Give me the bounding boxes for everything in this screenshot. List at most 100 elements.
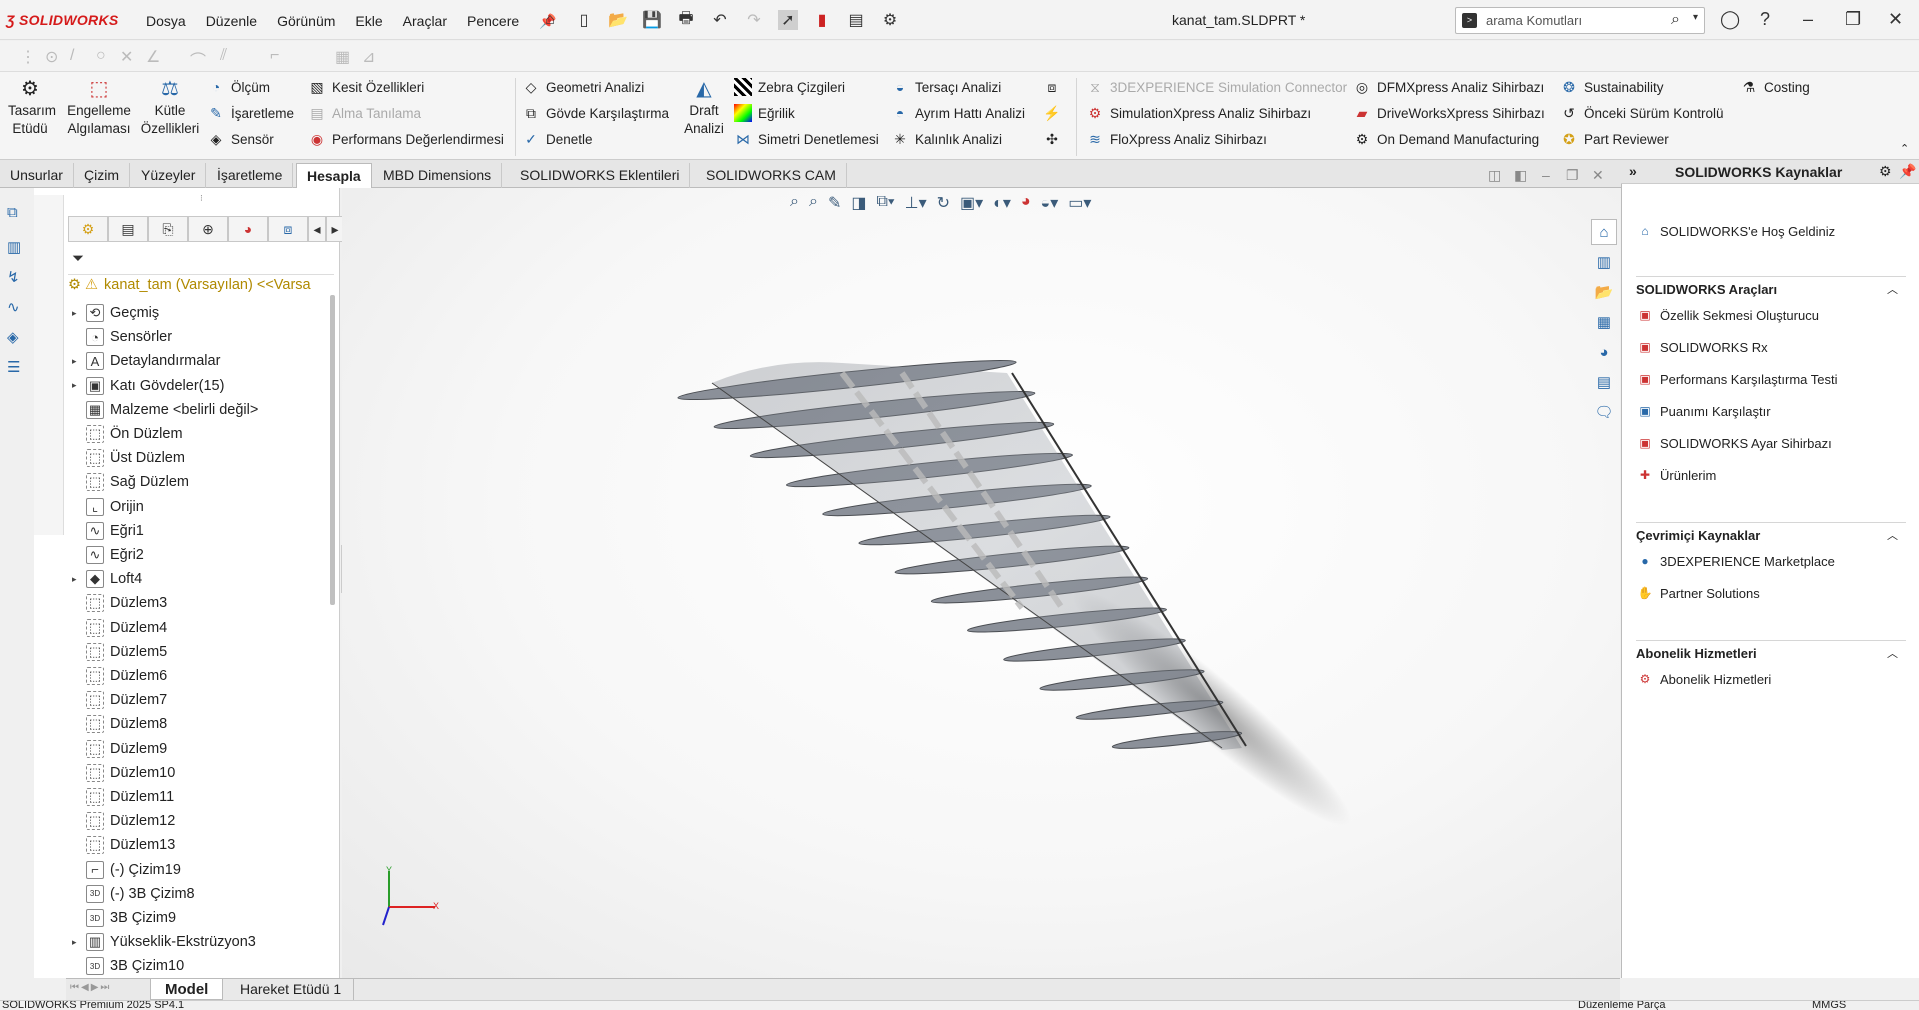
chevron-up-icon[interactable]: ︿ xyxy=(1887,645,1898,661)
chevron-up-icon[interactable]: ︿ xyxy=(1887,281,1898,297)
viewport-tile-icon[interactable]: ◫ xyxy=(1488,167,1501,184)
expand-arrow-icon[interactable]: ▸ xyxy=(72,356,86,367)
open-icon[interactable]: 📂 xyxy=(608,10,628,30)
print-icon[interactable]: 🖶 xyxy=(676,10,696,30)
filter-icon[interactable]: ⏷ xyxy=(72,250,84,267)
tree-item[interactable]: 3D (-) 3B Çizim8 xyxy=(72,883,195,905)
expand-pane-icon[interactable]: » xyxy=(1629,163,1637,179)
tree-item[interactable]: ⬚ Düzlem6 xyxy=(72,665,167,687)
floxpress-button[interactable]: ≋ FloXpress Analiz Sihirbazı xyxy=(1086,130,1267,148)
dfmxpress-button[interactable]: ◎ DFMXpress Analiz Sihirbazı xyxy=(1353,78,1544,96)
undercut-analysis-button[interactable]: ◒ Tersaçı Analizi xyxy=(891,78,1002,96)
custom-properties-icon[interactable]: ▤ xyxy=(1591,369,1617,395)
subscription-link-0[interactable]: ⚙ Abonelik Hizmetleri xyxy=(1636,670,1772,688)
viewport-close-icon[interactable]: ✕ xyxy=(1592,167,1604,184)
curvature-button[interactable]: Eğrilik xyxy=(734,104,795,122)
tab-yuzeyler[interactable]: Yüzeyler xyxy=(131,163,207,188)
tree-item[interactable]: ⬚ Düzlem13 xyxy=(72,834,175,856)
help-icon[interactable]: ? xyxy=(1760,9,1770,30)
on-demand-manufacturing-button[interactable]: ⚙ On Demand Manufacturing xyxy=(1353,130,1539,148)
splitter-handle[interactable]: ⁝ xyxy=(200,193,203,204)
measure-button[interactable]: ◔ Ölçüm xyxy=(207,78,270,96)
online-link-1[interactable]: ✋ Partner Solutions xyxy=(1636,584,1760,602)
viewport-minimize-icon[interactable]: – xyxy=(1542,167,1550,183)
next-tab-icon[interactable]: ▶ xyxy=(91,982,99,993)
check-button[interactable]: ✓ Denetle xyxy=(522,130,592,148)
collapse-ribbon-icon[interactable]: ⌃ xyxy=(1900,142,1909,155)
tool-link-1[interactable]: ▣ SOLIDWORKS Rx xyxy=(1636,338,1767,356)
rebuild-icon[interactable]: ▮ xyxy=(812,10,832,30)
new-document-icon[interactable]: ▯ xyxy=(574,10,594,30)
task-pane-pin-icon[interactable]: 📌 xyxy=(1899,163,1916,180)
tree-item[interactable]: ▸ ◆ Loft4 xyxy=(72,568,142,590)
minimize-icon[interactable]: – xyxy=(1803,9,1813,30)
search-commands-input[interactable]: > arama Komutları ⌕ ▾ xyxy=(1455,7,1705,34)
draft-analysis-button[interactable]: ◭ Draft Analizi xyxy=(682,79,726,138)
tab-hesapla[interactable]: Hesapla xyxy=(296,163,372,188)
expand-arrow-icon[interactable]: ▸ xyxy=(72,937,86,948)
tree-item[interactable]: ⬚ Düzlem10 xyxy=(72,762,175,784)
restore-icon[interactable]: ❐ xyxy=(1845,9,1861,30)
import-diagnostics-button[interactable]: ▤ Alma Tanılama xyxy=(308,104,421,122)
tree-item[interactable]: ⬚ Düzlem7 xyxy=(72,689,167,711)
tree-item[interactable]: ⬚ Düzlem4 xyxy=(72,617,167,639)
tree-root-part[interactable]: ⚙ ⚠ kanat_tam (Varsayılan) <<Varsa xyxy=(68,277,324,293)
undo-icon[interactable]: ↶ xyxy=(710,10,730,30)
menu-araclar[interactable]: Araçlar xyxy=(403,13,447,30)
configuration-manager-tab-icon[interactable]: ⎘ xyxy=(148,216,188,242)
file-properties-icon[interactable]: ▤ xyxy=(846,10,866,30)
expand-arrow-icon[interactable]: ▸ xyxy=(72,574,86,585)
search-icon[interactable]: ⌕ xyxy=(1671,11,1680,29)
tab-solidworks-cam[interactable]: SOLIDWORKS CAM xyxy=(696,163,847,188)
options-gear-icon[interactable]: ⚙ xyxy=(880,10,900,30)
tab-motion-study[interactable]: Hareket Etüdü 1 xyxy=(228,979,355,1000)
tree-item[interactable]: ▦ Malzeme <belirli değil> xyxy=(72,399,258,421)
driveworksxpress-button[interactable]: ▰ DriveWorksXpress Sihirbazı xyxy=(1353,104,1545,122)
3dx-simulation-button[interactable]: ⧖ 3DEXPERIENCE Simulation Connector xyxy=(1086,78,1347,96)
sketch-icon[interactable]: ↯ xyxy=(7,268,27,288)
design-study-button[interactable]: ⚙ Tasarım Etüdü xyxy=(8,79,56,138)
welcome-link[interactable]: ⌂ SOLIDWORKS'e Hoş Geldiniz xyxy=(1636,222,1835,240)
tab-cizim[interactable]: Çizim xyxy=(74,163,130,188)
forum-icon[interactable]: 🗨 xyxy=(1591,399,1617,425)
markup-button[interactable]: ✎ İşaretleme xyxy=(207,104,294,122)
tools-section-header[interactable]: SOLIDWORKS Araçları ︿ xyxy=(1636,276,1906,297)
tree-item[interactable]: ▸ ▥ Yükseklik-Ekstrüzyon3 xyxy=(72,931,256,953)
tree-item[interactable]: ◔ Sensörler xyxy=(72,326,172,348)
tool-link-2[interactable]: ▣ Performans Karşılaştırma Testi xyxy=(1636,370,1837,388)
body-compare-button[interactable]: ⧉ Gövde Karşılaştırma xyxy=(522,104,669,122)
tree-item[interactable]: ▸ ▣ Katı Gövdeler(15) xyxy=(72,375,224,397)
tool-link-0[interactable]: ▣ Özellik Sekmesi Oluşturucu xyxy=(1636,306,1819,324)
sustainability-button[interactable]: ❂ Sustainability xyxy=(1560,78,1663,96)
chevron-down-icon[interactable]: ▾ xyxy=(1693,12,1698,23)
chevron-up-icon[interactable]: ︿ xyxy=(1887,527,1898,543)
interference-detection-button[interactable]: ⬚ Engelleme Algılaması xyxy=(66,79,132,138)
file-explorer-icon[interactable]: 📂 xyxy=(1591,279,1617,305)
tree-item[interactable]: ⬚ Düzlem3 xyxy=(72,592,167,614)
sensor-button[interactable]: ◈ Sensör xyxy=(207,130,274,148)
appearances-icon[interactable]: ◕ xyxy=(1591,339,1617,365)
parting-line-button[interactable]: ◓ Ayrım Hattı Analizi xyxy=(891,104,1025,122)
design-library-icon[interactable]: ▥ xyxy=(1591,249,1617,275)
first-tab-icon[interactable]: ⏮ xyxy=(70,982,79,993)
home-icon[interactable]: ⌂ xyxy=(1591,219,1617,245)
viewport-restore-icon[interactable]: ❐ xyxy=(1566,167,1579,184)
online-section-header[interactable]: Çevrimiçi Kaynaklar ︿ xyxy=(1636,522,1906,543)
tree-item[interactable]: ∿ Eğri1 xyxy=(72,520,144,542)
tree-item[interactable]: ▸ A Detaylandırmalar xyxy=(72,350,220,372)
menu-pencere[interactable]: Pencere xyxy=(467,13,519,30)
select-icon[interactable]: ➚ xyxy=(778,10,798,30)
user-icon[interactable]: ◯ xyxy=(1720,9,1740,30)
performance-evaluation-button[interactable]: ◉ Performans Değerlendirmesi xyxy=(308,130,504,148)
tab-solidworks-eklentileri[interactable]: SOLIDWORKS Eklentileri xyxy=(510,163,691,188)
task-pane-settings-icon[interactable]: ⚙ xyxy=(1879,163,1892,180)
subscription-section-header[interactable]: Abonelik Hizmetleri ︿ xyxy=(1636,640,1906,661)
geometry-analysis-button[interactable]: ◇ Geometri Analizi xyxy=(522,78,645,96)
tree-item[interactable]: ⌐ (-) Çizim19 xyxy=(72,859,181,881)
tree-item[interactable]: 3D 3B Çizim10 xyxy=(72,955,184,977)
status-units[interactable]: MMGS xyxy=(1812,1001,1846,1010)
property-manager-tab-icon[interactable]: ▤ xyxy=(108,216,148,242)
thickness-analysis-button[interactable]: ✳ Kalınlık Analizi xyxy=(891,130,1002,148)
curve-icon[interactable]: ∿ xyxy=(7,298,27,318)
tree-item[interactable]: ⬚ Düzlem11 xyxy=(72,786,174,808)
